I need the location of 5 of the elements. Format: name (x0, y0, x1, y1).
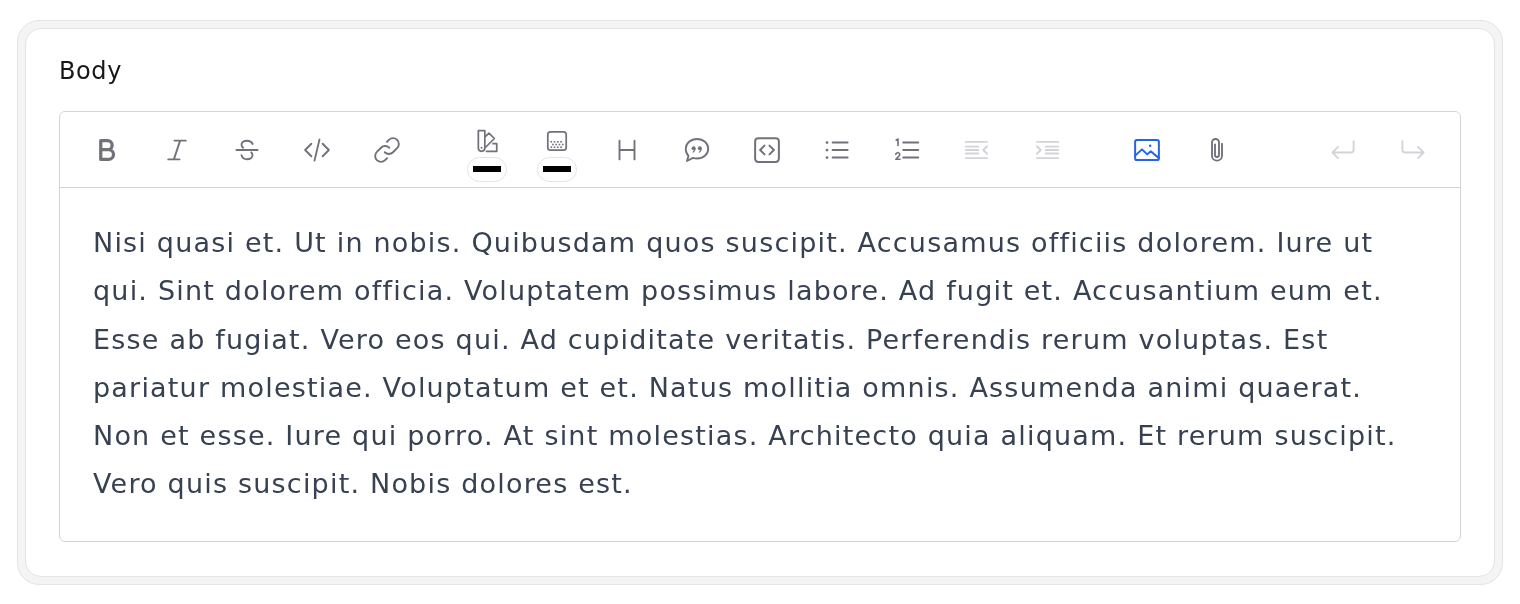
swatch-fan-icon (474, 127, 500, 154)
editor-field[interactable]: Nisi quasi et. Ut in nobis. Quibusdam quos suscipit. Accusamus officiis dolorem. Iure ut qui. Sint dolorem officia. Voluptatem possimus labore. Ad fugit et. Accusantium eum et. Esse ab fugiat. Vero eos qui. Ad cupiditate veritatis. Perferendis rerum voluptas. Est pariatur molestiae. Voluptatum et et. Natus mollitia omnis. Assumenda animi quaerat. Non et esse. Iure qui porro. At sint molestias. Architecto quia aliquam. Et rerum suscipit. Vero quis suscipit. Nobis dolores est. (60, 188, 1460, 541)
link-icon (372, 134, 402, 165)
code-block-icon (752, 134, 782, 165)
field-label: Body (59, 56, 122, 86)
